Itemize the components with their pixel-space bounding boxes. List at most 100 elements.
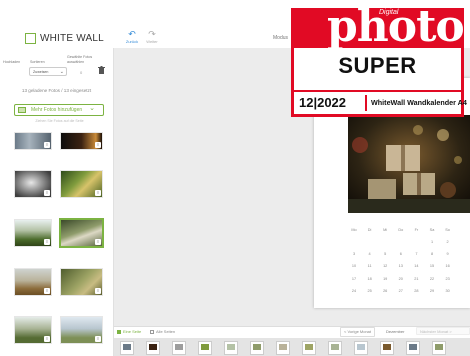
calendar-day: 29 [429,288,435,293]
calendar-day: 19 [383,276,388,281]
filmstrip-page-image [279,344,287,350]
trash-icon[interactable] [98,66,105,74]
filmstrip-page-thumbnail[interactable] [328,341,342,355]
photo-thumbnail[interactable]: ≡ [14,219,52,247]
calendar-day: 12 [383,264,388,269]
photo-thumbnail[interactable]: ≡ [60,170,103,198]
image-icon [18,107,26,113]
current-month: Dezember [386,329,405,334]
filmstrip-page-image [435,344,443,350]
one-page-label: Eine Seite [123,329,142,334]
award-product: WhiteWall Wandkalender A4 [371,98,467,107]
filmstrip-page-thumbnail[interactable] [250,341,264,355]
photo-thumbnail[interactable]: ≡ [14,132,52,150]
prev-month-button[interactable]: < Vorige Monat [340,327,376,337]
calendar-photo-image [348,115,470,213]
calendar-day: 6 [399,252,402,257]
filmstrip-page-thumbnail[interactable] [198,341,212,355]
calendar-day: 2 [446,240,449,244]
calendar-day: 23 [445,276,450,281]
upload-button[interactable]: Hochladen [3,60,20,64]
photo-thumbnail[interactable]: ≡ [60,132,103,150]
calendar-photo[interactable] [348,115,470,213]
photo-menu-icon[interactable]: ≡ [95,288,101,294]
calendar-day: 24 [351,288,357,293]
filmstrip-page-thumbnail[interactable] [302,341,316,355]
photo-thumbnail-selected[interactable]: ≡ [59,218,104,248]
photo-menu-icon[interactable]: ≡ [95,336,101,342]
weekday-header: Do [398,228,404,232]
filmstrip-page-image [149,344,157,350]
photo-thumbnail[interactable]: ≡ [14,170,52,198]
photo-thumbnail[interactable]: ≡ [60,268,103,296]
chevron-down-icon: ⌄ [59,69,64,75]
redo-label: Weiter [146,39,158,44]
calendar-day: 28 [414,288,419,293]
undo-button[interactable]: ↶ Zurück [120,30,144,45]
calendar-day: 13 [398,264,403,269]
photo-menu-icon[interactable]: ≡ [95,239,101,245]
photo-menu-icon[interactable]: ≡ [44,239,50,245]
calendar-day: 5 [384,252,387,257]
filmstrip-page-thumbnail[interactable] [172,341,186,355]
filmstrip-page-image [123,344,131,350]
filmstrip-page-image [253,344,261,350]
calendar-day: 21 [414,276,419,281]
photo-thumbnail[interactable]: ≡ [14,316,52,344]
award-digital-label: Digital [379,9,399,16]
photo-menu-icon[interactable]: ≡ [44,190,50,196]
photo-menu-icon[interactable]: ≡ [95,142,101,148]
photo-thumbnail[interactable]: ≡ [60,316,103,344]
filmstrip-page-image [201,344,209,350]
calendar-day: 16 [445,264,450,269]
one-page-toggle[interactable]: Eine Seite [117,329,141,334]
calendar-day: 10 [351,264,357,269]
logo-square-icon [25,33,36,44]
sort-select[interactable]: Zuweisen ⌄ [29,67,67,76]
weekday-header: Sa [429,228,435,232]
photo-menu-icon[interactable]: ≡ [44,336,50,342]
filmstrip-page-thumbnail[interactable] [146,341,160,355]
chevron-down-icon: ⌄ [89,105,95,112]
photo-count-text: 13 geladene Fotos / 13 eingesetzt [21,88,92,93]
photo-thumbnail[interactable]: ≡ [14,268,52,296]
calendar-day: 18 [367,276,372,281]
filmstrip-page-image [227,344,235,350]
next-month-button[interactable]: Nächster Monat > [416,327,470,335]
filmstrip-page-thumbnail[interactable] [276,341,290,355]
filmstrip-page-thumbnail[interactable] [432,341,446,355]
all-pages-toggle[interactable]: Alle Seiten [150,329,175,334]
filmstrip-page-thumbnail[interactable] [354,341,368,355]
photo-menu-icon[interactable]: ≡ [44,288,50,294]
redo-button[interactable]: ↷ Weiter [144,29,160,45]
photo-menu-icon[interactable]: ≡ [44,142,50,148]
calendar-day: 25 [367,288,372,293]
filmstrip-page-thumbnail[interactable] [120,341,134,355]
add-more-photos-button[interactable]: Mehr Fotos hinzufügen ⌄ [14,104,104,116]
weekday-header: Di [367,228,372,232]
mode-label[interactable]: Modus [273,35,288,41]
calendar-day: 30 [445,288,450,293]
filmstrip-page-thumbnail[interactable] [380,341,394,355]
award-vertical-divider [365,95,367,111]
weekday-header: So [445,228,450,232]
calendar-day: 8 [430,252,434,257]
photo-menu-icon[interactable]: ≡ [95,190,101,196]
checkbox-checked-icon [117,329,121,334]
filmstrip-page-image [331,344,339,350]
award-divider-line [294,90,461,92]
filmstrip-page-thumbnail[interactable] [224,341,238,355]
filmstrip-page-thumbnail[interactable] [406,341,420,355]
whitewall-logo[interactable]: WHITE WALL [25,33,104,44]
weekday-header: Mi [383,228,388,232]
redo-icon: ↷ [148,29,156,39]
calendar-day: 15 [429,264,435,269]
logo-text: WHITE WALL [40,33,104,44]
award-date: 12|2022 [299,95,347,110]
filmstrip-page-image [305,344,313,350]
calendar-day: 3 [352,252,356,257]
award-rating: SUPER [338,53,417,78]
weekday-header: Fr [414,228,419,232]
filmstrip-page-image [175,344,183,350]
calendar-day: 1 [430,240,434,244]
